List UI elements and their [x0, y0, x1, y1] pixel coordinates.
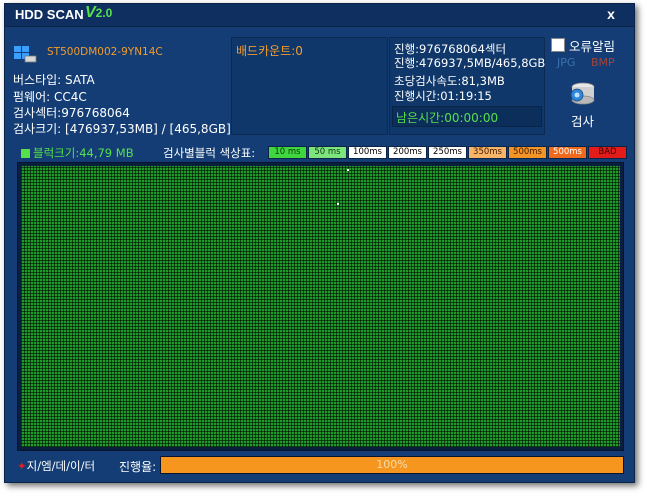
- bad-count-panel: 배드카운트:0: [231, 37, 388, 135]
- block-size: 블럭크기:44,79 MB: [21, 145, 134, 161]
- progress-info-panel: 진행:976768064섹터 진행:476937,5MB/465,8GB 초당검…: [389, 37, 545, 135]
- block-map: [21, 166, 620, 447]
- legend-item: 500ms: [548, 146, 587, 159]
- block-size-swatch: [21, 149, 30, 158]
- error-alarm-checkbox[interactable]: [551, 38, 565, 52]
- legend-item: 10 ms: [268, 146, 307, 159]
- scan-sectors: 검사섹터:976768064: [13, 106, 130, 120]
- legend-title: 검사별블럭 색상표:: [163, 146, 256, 160]
- legend-item: 350ms: [468, 146, 507, 159]
- legend-item: 50 ms: [308, 146, 347, 159]
- progress-label: 진행율:: [119, 460, 157, 474]
- remaining-time: 남은시간:00:00:00: [396, 111, 499, 125]
- progress-percent: 100%: [376, 458, 408, 471]
- legend-item: 100ms: [348, 146, 387, 159]
- app-title: HDD SCAN: [15, 7, 84, 22]
- jpg-option[interactable]: JPG: [557, 56, 575, 69]
- legend-item: 250ms: [428, 146, 467, 159]
- bmp-option[interactable]: BMP: [591, 56, 615, 69]
- app-version: V2.0: [85, 4, 113, 21]
- bad-count: 배드카운트:0: [236, 44, 303, 58]
- legend-item: 200ms: [388, 146, 427, 159]
- star-icon: ✦: [17, 459, 27, 473]
- scan-size: 검사크기: [476937,53MB] / [465,8GB]: [13, 122, 231, 136]
- block-marker: [347, 169, 349, 171]
- elapsed-time: 진행시간:01:19:15: [394, 89, 492, 103]
- scan-button[interactable]: 검사: [571, 111, 594, 130]
- title-bar[interactable]: HDD SCAN V2.0 x: [5, 4, 634, 27]
- block-map-frame: [17, 162, 624, 451]
- scan-speed: 초당검사속도:81,3MB: [394, 74, 505, 88]
- legend-item: 500ms: [508, 146, 547, 159]
- drive-model: ST500DM002-9YN14C: [47, 46, 163, 58]
- error-alarm-label: 오류알림: [569, 39, 616, 54]
- firmware: 펌웨어: CC4C: [13, 90, 87, 104]
- remaining-time-box: 남은시간:00:00:00: [392, 106, 542, 127]
- close-button[interactable]: x: [603, 6, 619, 24]
- progress-size: 진행:476937,5MB/465,8GB: [394, 56, 546, 70]
- progress-bar: 100%: [160, 456, 624, 474]
- bus-type: 버스타입: SATA: [13, 73, 95, 87]
- app-window: HDD SCAN V2.0 x ST500DM002-9YN14C 버스타입: …: [4, 3, 635, 483]
- legend-item: BAD: [588, 146, 627, 159]
- scan-disk-icon[interactable]: [568, 78, 598, 108]
- hard-drive-icon: [14, 46, 37, 63]
- color-legend: 10 ms 50 ms 100ms 200ms 250ms 350ms 500ms 500ms…: [268, 146, 628, 159]
- block-marker: [337, 203, 339, 205]
- brand-label: ✦지/엠/데/이/터: [17, 459, 96, 473]
